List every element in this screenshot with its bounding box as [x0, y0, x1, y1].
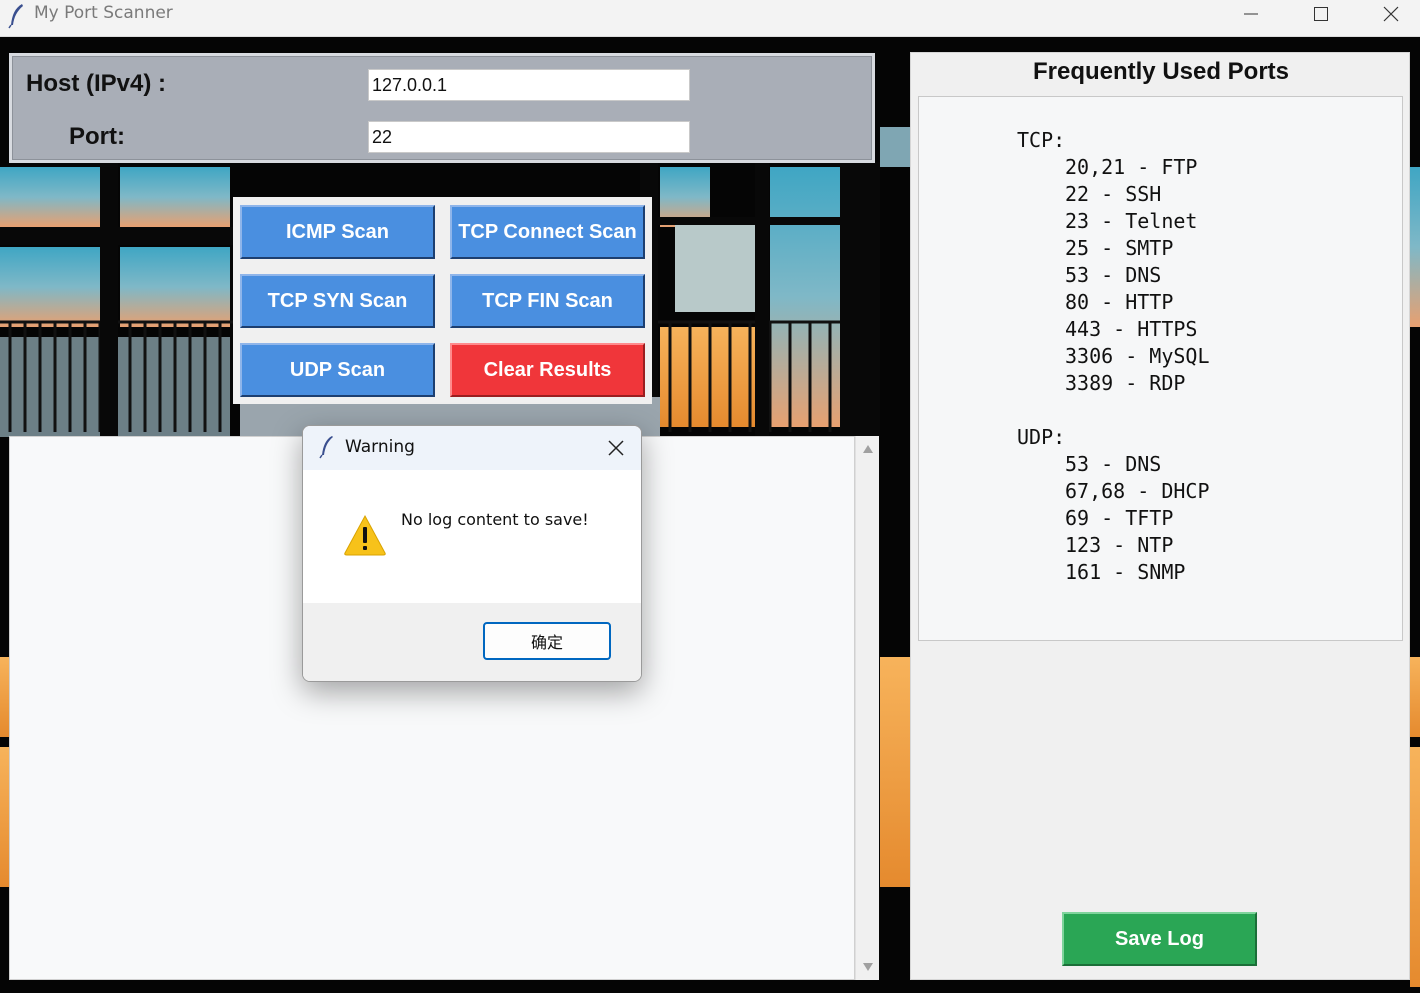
tcp-port-item: 20,21 - FTP: [1065, 155, 1198, 179]
udp-port-item: 67,68 - DHCP: [1065, 479, 1210, 503]
udp-scan-button[interactable]: UDP Scan: [240, 343, 435, 397]
feather-icon: [8, 4, 23, 29]
maximize-button[interactable]: [1286, 0, 1356, 28]
dialog-message: No log content to save!: [401, 510, 589, 529]
feather-icon: [319, 436, 333, 459]
host-label: Host (IPv4) :: [26, 70, 167, 97]
title-bar: My Port Scanner: [0, 0, 1420, 37]
close-icon: [1383, 6, 1399, 22]
close-icon: [608, 440, 624, 456]
tcp-syn-scan-button[interactable]: TCP SYN Scan: [240, 274, 435, 328]
dialog-footer: 确定: [303, 603, 641, 681]
ports-list-box: TCP: 20,21 - FTP 22 - SSH 23 - Telnet 25…: [918, 96, 1403, 641]
tcp-fin-scan-button[interactable]: TCP FIN Scan: [450, 274, 645, 328]
tcp-port-item: 25 - SMTP: [1065, 236, 1174, 260]
tcp-port-item: 80 - HTTP: [1065, 290, 1174, 314]
tcp-port-item: 3389 - RDP: [1065, 371, 1186, 395]
maximize-icon: [1314, 7, 1328, 21]
tcp-port-item: 443 - HTTPS: [1065, 317, 1198, 341]
minimize-button[interactable]: [1216, 0, 1286, 28]
udp-header: UDP:: [1017, 425, 1066, 449]
dialog-title: Warning: [345, 437, 415, 457]
tcp-port-item: 23 - Telnet: [1065, 209, 1198, 233]
tcp-header: TCP:: [1017, 128, 1066, 152]
udp-port-item: 53 - DNS: [1065, 452, 1162, 476]
udp-port-item: 123 - NTP: [1065, 533, 1174, 557]
tcp-port-item: 53 - DNS: [1065, 263, 1162, 287]
udp-port-item: 69 - TFTP: [1065, 506, 1174, 530]
scroll-down-icon[interactable]: [862, 962, 874, 972]
port-input[interactable]: [368, 121, 690, 153]
app-window: My Port Scanner Host (IPv4): 127.0.0.1 …: [0, 0, 1420, 993]
dialog-title-bar: Warning: [303, 426, 641, 470]
icmp-scan-button[interactable]: ICMP Scan: [240, 205, 435, 259]
scroll-up-icon[interactable]: [862, 444, 874, 454]
close-window-button[interactable]: [1356, 0, 1420, 28]
tcp-connect-scan-button[interactable]: TCP Connect Scan: [450, 205, 645, 259]
target-panel: Host (IPv4) : Port:: [9, 53, 875, 163]
warning-icon: [344, 514, 386, 556]
results-scrollbar[interactable]: [855, 436, 879, 980]
save-log-button[interactable]: Save Log: [1062, 912, 1257, 966]
port-label: Port:: [69, 123, 125, 150]
dialog-body: No log content to save!: [303, 470, 641, 603]
tcp-port-item: 22 - SSH: [1065, 182, 1162, 206]
host-input[interactable]: [368, 69, 690, 101]
ports-panel-title: Frequently Used Ports: [1032, 58, 1290, 85]
window-title: My Port Scanner: [34, 3, 173, 23]
minimize-icon: [1244, 13, 1258, 15]
tcp-port-item: 3306 - MySQL: [1065, 344, 1210, 368]
udp-port-item: 161 - SNMP: [1065, 560, 1186, 584]
ok-button[interactable]: 确定: [483, 622, 611, 660]
dialog-close-button[interactable]: [599, 432, 633, 464]
clear-results-button[interactable]: Clear Results: [450, 343, 645, 397]
warning-dialog: Warning No log content to save! 确定: [302, 425, 642, 682]
ports-reference-panel: Frequently Used Ports TCP: 20,21 - FTP 2…: [910, 52, 1410, 980]
